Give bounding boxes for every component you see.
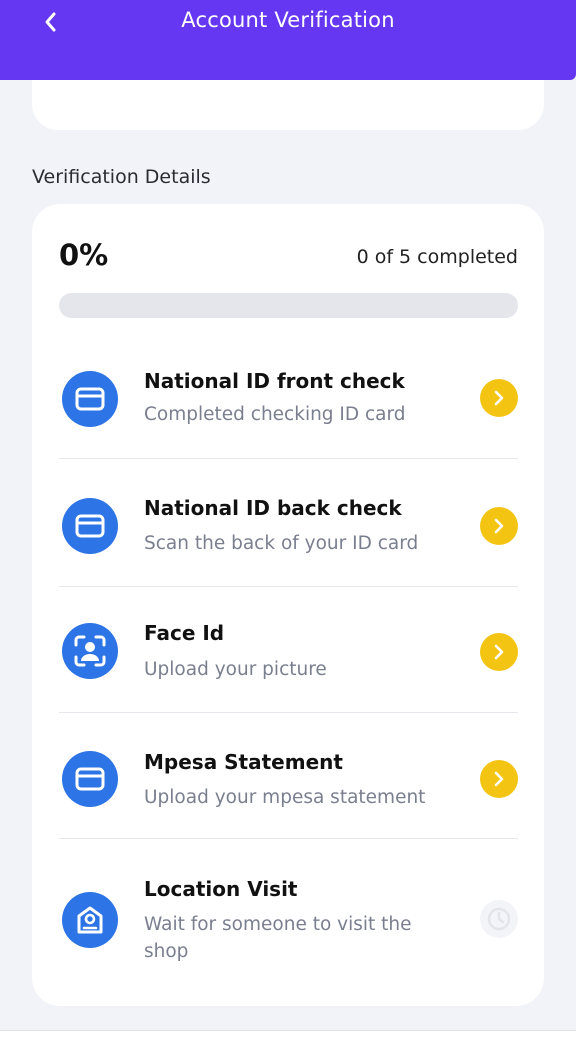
step-mpesa-statement[interactable]: Mpesa Statement Upload your mpesa statem… — [59, 713, 518, 839]
step-location-visit[interactable]: Location Visit Wait for someone to visit… — [59, 839, 518, 989]
chevron-right-icon — [494, 771, 504, 787]
step-action-button[interactable] — [480, 507, 518, 545]
step-subtitle: Wait for someone to visit the shop — [144, 914, 412, 962]
step-face-id[interactable]: Face Id Upload your picture — [59, 587, 518, 713]
step-subtitle: Upload your picture — [144, 659, 327, 680]
step-national-id-front[interactable]: National ID front check Completed checki… — [59, 349, 518, 459]
chevron-right-icon — [494, 644, 504, 660]
clock-icon — [487, 907, 511, 931]
step-subtitle: Scan the back of your ID card — [144, 533, 419, 554]
progress-percent: 0% — [59, 238, 109, 272]
step-title: Mpesa Statement — [144, 750, 343, 774]
step-title: Location Visit — [144, 877, 298, 901]
app-header: Account Verification — [0, 0, 576, 80]
step-subtitle: Upload your mpesa statement — [144, 787, 426, 808]
id-card-icon — [62, 498, 118, 554]
page: Account Verification ⁠ Verification Deta… — [0, 0, 576, 1043]
verification-card: 0% 0 of 5 completed National ID front ch… — [32, 204, 544, 1006]
page-title: Account Verification — [181, 8, 395, 32]
shop-location-icon — [62, 892, 118, 948]
step-title: Face Id — [144, 621, 225, 645]
step-action-button[interactable] — [480, 379, 518, 417]
step-title: National ID front check — [144, 369, 405, 393]
progress-bar — [59, 293, 518, 318]
chevron-right-icon — [494, 390, 504, 406]
step-title: National ID back check — [144, 496, 402, 520]
step-pending-indicator — [480, 900, 518, 938]
step-action-button[interactable] — [480, 633, 518, 671]
section-title: Verification Details — [32, 166, 211, 188]
id-card-icon — [62, 751, 118, 807]
progress-count: 0 of 5 completed — [356, 246, 518, 268]
step-action-button[interactable] — [480, 760, 518, 798]
face-scan-icon — [62, 623, 118, 679]
bottom-bar — [0, 1030, 576, 1043]
step-national-id-back[interactable]: National ID back check Scan the back of … — [59, 459, 518, 587]
chevron-right-icon — [494, 518, 504, 534]
id-card-icon — [62, 371, 118, 427]
step-subtitle: Completed checking ID card — [144, 404, 406, 425]
